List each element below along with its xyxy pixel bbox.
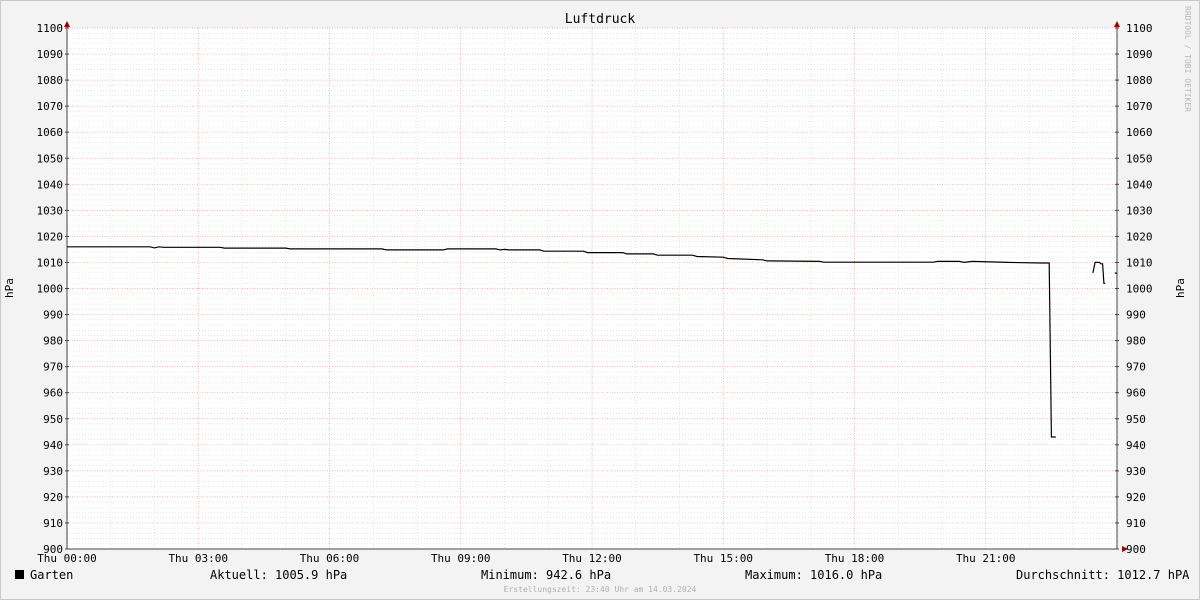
- y-tick-label-right: 930: [1126, 465, 1146, 478]
- y-tick-label-left: 1030: [37, 204, 64, 217]
- y-axis-label-left: hPa: [3, 278, 16, 298]
- x-tick-label: Thu 21:00: [956, 552, 1016, 565]
- y-tick-label-right: 1040: [1126, 178, 1153, 191]
- x-tick-label: Thu 00:00: [37, 552, 97, 565]
- legend-durchschnitt: Durchschnitt: 1012.7 hPA: [1016, 568, 1190, 582]
- y-tick-label-right: 940: [1126, 439, 1146, 452]
- y-tick-label-left: 920: [43, 491, 63, 504]
- footer-note: Erstellungszeit: 23:40 Uhr am 14.03.2024: [503, 585, 697, 594]
- y-tick-label-right: 1100: [1126, 22, 1153, 35]
- y-tick-label-left: 910: [43, 517, 63, 530]
- y-tick-label-right: 970: [1126, 361, 1146, 374]
- y-tick-label-right: 1090: [1126, 48, 1153, 61]
- y-tick-label-left: 940: [43, 439, 63, 452]
- y-tick-label-right: 950: [1126, 413, 1146, 426]
- y-tick-label-right: 980: [1126, 335, 1146, 348]
- y-tick-label-right: 1070: [1126, 100, 1153, 113]
- legend-maximum: Maximum: 1016.0 hPa: [745, 568, 883, 582]
- y-tick-label-left: 1010: [37, 256, 64, 269]
- y-tick-label-left: 1040: [37, 178, 64, 191]
- y-axis-arrow-left: [64, 21, 70, 27]
- y-tick-label-right: 910: [1126, 517, 1146, 530]
- y-tick-labels-left: 9009109209309409509609709809901000101010…: [37, 22, 64, 556]
- y-tick-label-right: 1060: [1126, 126, 1153, 139]
- y-tick-label-left: 1060: [37, 126, 64, 139]
- y-tick-label-right: 960: [1126, 387, 1146, 400]
- y-tick-label-left: 960: [43, 387, 63, 400]
- y-tick-label-left: 1090: [37, 48, 64, 61]
- x-tick-label: Thu 09:00: [431, 552, 491, 565]
- y-tick-label-right: 920: [1126, 491, 1146, 504]
- y-tick-label-left: 1080: [37, 74, 64, 87]
- y-tick-label-right: 1080: [1126, 74, 1153, 87]
- y-tick-label-left: 1020: [37, 230, 64, 243]
- y-tick-label-left: 950: [43, 413, 63, 426]
- x-tick-label: Thu 15:00: [693, 552, 753, 565]
- legend-minimum: Minimum: 942.6 hPa: [481, 568, 612, 582]
- legend-aktuell: Aktuell: 1005.9 hPa: [210, 568, 348, 582]
- y-tick-label-left: 990: [43, 309, 63, 322]
- y-tick-label-right: 990: [1126, 309, 1146, 322]
- rrdtool-watermark: RRDTOOL / TOBI OETIKER: [1183, 6, 1192, 112]
- chart-svg: 900 910 920 930 940 950 960 970 980 990 1000 1010 10…: [3, 12, 1187, 565]
- x-tick-label: Thu 03:00: [168, 552, 228, 565]
- x-tick-labels: Thu 00:00 Thu 03:00 Thu 06:00 Thu 09:00 Thu …: [37, 552, 1015, 565]
- y-tick-label-left: 1050: [37, 152, 64, 165]
- x-tick-label: Thu 12:00: [562, 552, 622, 565]
- y-tick-label-right: 1010: [1126, 256, 1153, 269]
- y-tick-label-left: 930: [43, 465, 63, 478]
- y-tick-label-right: 1030: [1126, 204, 1153, 217]
- y-tick-labels-right: 900 910 920 930 940 950 960 970 980 990 1000 1010 10…: [1126, 22, 1153, 556]
- legend-series-label: Garten: [30, 568, 74, 582]
- y-tick-label-right: 1020: [1126, 230, 1153, 243]
- y-axis-label-right: hPa: [1174, 278, 1187, 298]
- legend-row: Garten Aktuell: 1005.9 hPa Minimum: 942.…: [0, 566, 1200, 584]
- y-tick-label-left: 1070: [37, 100, 64, 113]
- chart-title: Luftdruck: [565, 12, 636, 27]
- y-axis-arrow-right: [1114, 21, 1120, 27]
- y-tick-label-right: 1000: [1126, 283, 1153, 296]
- y-tick-label-left: 1000: [37, 283, 64, 296]
- y-tick-label-left: 970: [43, 361, 63, 374]
- y-tick-label-left: 1100: [37, 22, 64, 35]
- x-tick-label: Thu 18:00: [825, 552, 885, 565]
- x-tick-label: Thu 06:00: [300, 552, 360, 565]
- y-tick-label-left: 980: [43, 335, 63, 348]
- y-tick-label-right: 900: [1126, 543, 1146, 556]
- y-tick-label-right: 1050: [1126, 152, 1153, 165]
